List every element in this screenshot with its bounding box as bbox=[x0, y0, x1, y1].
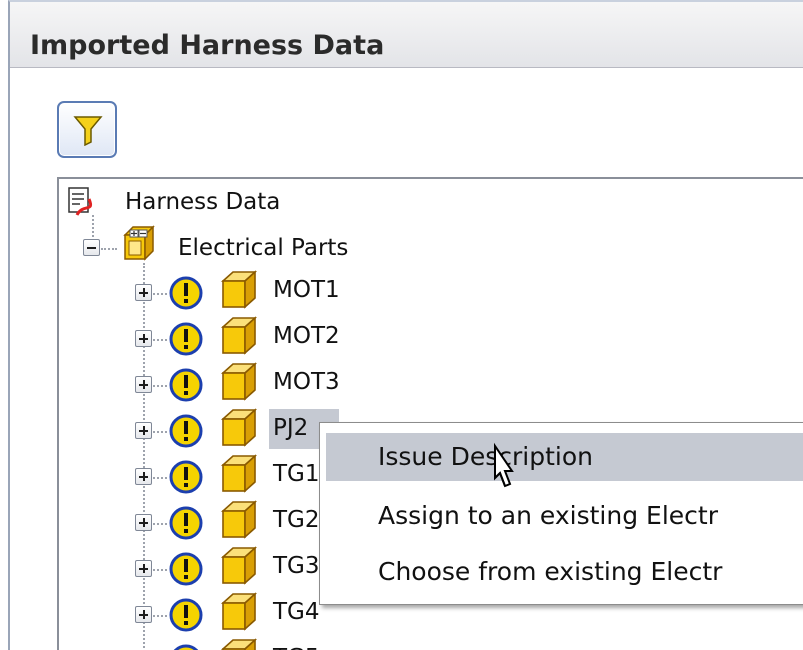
panel-title: Imported Harness Data bbox=[30, 30, 385, 61]
tree-item-label[interactable]: PJ2 bbox=[273, 415, 308, 441]
electrical-part-icon bbox=[220, 270, 258, 309]
panel-header: Imported Harness Data bbox=[10, 2, 803, 68]
tree-guide-line bbox=[153, 477, 167, 479]
menu-item-assign-existing[interactable]: Assign to an existing Electr bbox=[326, 492, 803, 540]
tree-guide-line bbox=[153, 431, 167, 433]
warning-icon bbox=[169, 414, 203, 448]
tree-item-label[interactable]: TG1 bbox=[273, 461, 320, 487]
warning-icon bbox=[169, 460, 203, 494]
warning-icon bbox=[173, 644, 199, 650]
menu-item-choose-existing[interactable]: Choose from existing Electr bbox=[326, 548, 803, 596]
electrical-part-icon bbox=[220, 500, 258, 539]
tree-item-label[interactable]: TG5 bbox=[273, 645, 320, 650]
item-expand-toggle[interactable] bbox=[135, 560, 152, 577]
tree-guide-line bbox=[153, 523, 167, 525]
tree-item-label[interactable]: MOT2 bbox=[273, 323, 340, 349]
tree-item-label[interactable]: MOT3 bbox=[273, 369, 340, 395]
tree-item-label[interactable]: TG3 bbox=[273, 553, 320, 579]
item-expand-toggle[interactable] bbox=[135, 330, 152, 347]
electrical-part-icon bbox=[220, 638, 258, 650]
item-expand-toggle[interactable] bbox=[135, 606, 152, 623]
electrical-part-icon bbox=[220, 316, 258, 355]
filter-button[interactable] bbox=[57, 101, 117, 158]
tree-root-label[interactable]: Harness Data bbox=[125, 189, 280, 215]
warning-icon bbox=[169, 552, 203, 586]
menu-item-issue-description[interactable]: Issue Description bbox=[326, 433, 803, 481]
electrical-part-icon bbox=[220, 454, 258, 493]
electrical-parts-icon bbox=[123, 225, 155, 261]
warning-icon bbox=[169, 322, 203, 356]
tree-guide-line bbox=[153, 615, 167, 617]
filter-icon bbox=[73, 116, 103, 146]
item-expand-toggle[interactable] bbox=[135, 422, 152, 439]
tree-guide-line bbox=[153, 293, 167, 295]
mouse-cursor-icon bbox=[494, 442, 514, 488]
tree-guide-line bbox=[101, 248, 117, 250]
warning-icon bbox=[169, 506, 203, 540]
tree-guide-line bbox=[153, 569, 167, 571]
tree-item-label[interactable]: MOT1 bbox=[273, 277, 340, 303]
tree-item-label[interactable]: TG4 bbox=[273, 599, 320, 625]
tree-guide-line bbox=[153, 339, 167, 341]
context-menu: Issue Description Assign to an existing … bbox=[319, 422, 803, 605]
item-expand-toggle[interactable] bbox=[135, 376, 152, 393]
item-expand-toggle[interactable] bbox=[135, 514, 152, 531]
item-expand-toggle[interactable] bbox=[135, 468, 152, 485]
electrical-part-icon bbox=[220, 362, 258, 401]
tree-item-label[interactable]: TG2 bbox=[273, 507, 320, 533]
group-collapse-toggle[interactable] bbox=[83, 239, 100, 256]
tree-guide-line bbox=[153, 385, 167, 387]
warning-icon bbox=[169, 368, 203, 402]
tree-guide-line bbox=[143, 263, 145, 650]
item-expand-toggle[interactable] bbox=[135, 284, 152, 301]
warning-icon bbox=[169, 276, 203, 310]
electrical-part-icon bbox=[220, 592, 258, 631]
warning-icon bbox=[169, 598, 203, 632]
electrical-part-icon bbox=[220, 546, 258, 585]
harness-data-icon bbox=[68, 187, 92, 216]
electrical-part-icon bbox=[220, 408, 258, 447]
tree-group-label[interactable]: Electrical Parts bbox=[178, 235, 348, 261]
